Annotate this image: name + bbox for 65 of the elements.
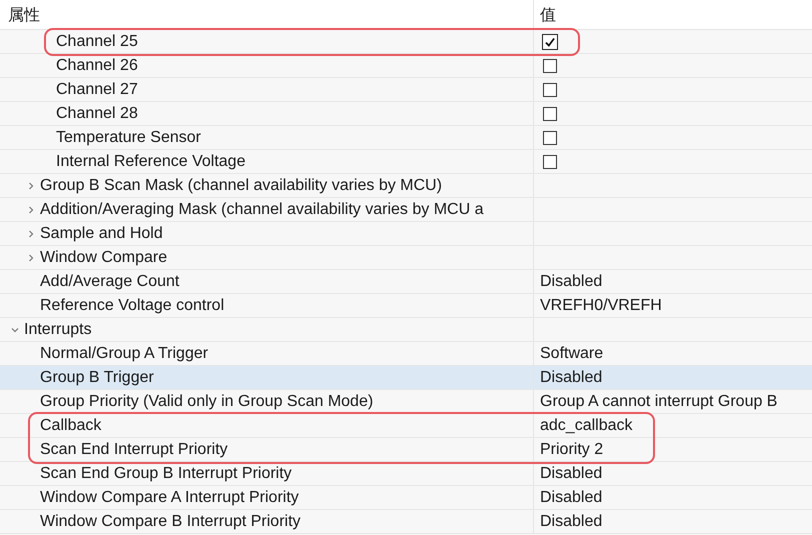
property-row[interactable]: Reference Voltage control VREFH0/VREFH — [0, 294, 812, 318]
property-name: Group B Scan Mask (channel availability varies by MCU) — [40, 176, 442, 194]
property-row[interactable]: Channel 25 — [0, 30, 812, 54]
property-row[interactable]: Group Priority (Valid only in Group Scan Mode) Group A cannot interrupt Group B — [0, 390, 812, 414]
property-name: Channel 25 — [56, 32, 138, 50]
property-name: Channel 27 — [56, 80, 138, 98]
column-header: 属性 — [8, 6, 40, 26]
property-value: Software — [540, 344, 604, 362]
chevron-right-icon[interactable] — [27, 206, 35, 214]
property-name: Group Priority (Valid only in Group Scan Mode) — [40, 392, 374, 410]
property-row[interactable]: Channel 28 — [0, 102, 812, 126]
property-row[interactable]: Temperature Sensor — [0, 126, 812, 150]
property-row[interactable]: Internal Reference Voltage — [0, 150, 812, 174]
property-name: Scan End Interrupt Priority — [40, 440, 228, 458]
chevron-right-icon[interactable] — [27, 254, 35, 262]
property-name: Add/Average Count — [40, 272, 180, 290]
property-row[interactable]: Group B Scan Mask (channel availability varies by MCU) — [0, 174, 812, 198]
checkbox[interactable] — [543, 106, 557, 120]
property-name: Scan End Group B Interrupt Priority — [40, 464, 292, 482]
property-row[interactable]: Window Compare A Interrupt Priority Disabled — [0, 486, 812, 510]
property-row[interactable]: Window Compare B Interrupt Priority Disabled — [0, 510, 812, 534]
property-row[interactable]: Scan End Interrupt Priority Priority 2 — [0, 438, 812, 462]
property-value: Disabled — [540, 512, 602, 530]
checkbox[interactable] — [543, 82, 557, 96]
property-name: Internal Reference Voltage — [56, 152, 246, 170]
checkbox[interactable] — [543, 154, 557, 168]
property-value: Disabled — [540, 368, 602, 386]
property-name: Callback — [40, 416, 102, 434]
property-row[interactable]: Normal/Group A Trigger Software — [0, 342, 812, 366]
property-value: VREFH0/VREFH — [540, 296, 662, 314]
checkbox[interactable] — [543, 58, 557, 72]
property-name: Addition/Averaging Mask (channel availability varies by MCU a — [40, 200, 484, 218]
property-row[interactable]: Sample and Hold — [0, 222, 812, 246]
property-name: Sample and Hold — [40, 224, 163, 242]
property-row[interactable]: Scan End Group B Interrupt Priority Disabled — [0, 462, 812, 486]
property-name: Window Compare B Interrupt Priority — [40, 512, 301, 530]
property-name: Channel 26 — [56, 56, 138, 74]
property-row[interactable]: Add/Average Count Disabled — [0, 270, 812, 294]
property-value: Disabled — [540, 488, 602, 506]
property-row[interactable]: Channel 26 — [0, 54, 812, 78]
property-name: Reference Voltage control — [40, 296, 224, 314]
property-name: Channel 28 — [56, 104, 138, 122]
checkbox[interactable] — [543, 130, 557, 144]
property-name: Normal/Group A Trigger — [40, 344, 208, 362]
chevron-down-icon[interactable] — [11, 326, 19, 334]
property-row[interactable]: Group B Trigger Disabled — [0, 366, 812, 390]
property-value: Group A cannot interrupt Group B — [540, 392, 778, 410]
property-row[interactable]: Addition/Averaging Mask (channel availability varies by MCU a — [0, 198, 812, 222]
property-row[interactable]: Callback adc_callback — [0, 414, 812, 438]
property-name: Group B Trigger — [40, 368, 154, 386]
property-value: Disabled — [540, 464, 602, 482]
property-name: Window Compare A Interrupt Priority — [40, 488, 299, 506]
chevron-right-icon[interactable] — [27, 182, 35, 190]
chevron-right-icon[interactable] — [27, 230, 35, 238]
column-header: 值 — [540, 6, 556, 26]
property-row[interactable]: Channel 27 — [0, 78, 812, 102]
property-name: Temperature Sensor — [56, 128, 201, 146]
property-row[interactable]: Window Compare — [0, 246, 812, 270]
property-value: Disabled — [540, 272, 602, 290]
checkbox[interactable] — [542, 34, 558, 50]
property-row[interactable]: Interrupts — [0, 318, 812, 342]
property-value: adc_callback — [540, 416, 632, 434]
property-name: Interrupts — [24, 320, 92, 338]
property-name: Window Compare — [40, 248, 168, 266]
property-value: Priority 2 — [540, 440, 604, 458]
